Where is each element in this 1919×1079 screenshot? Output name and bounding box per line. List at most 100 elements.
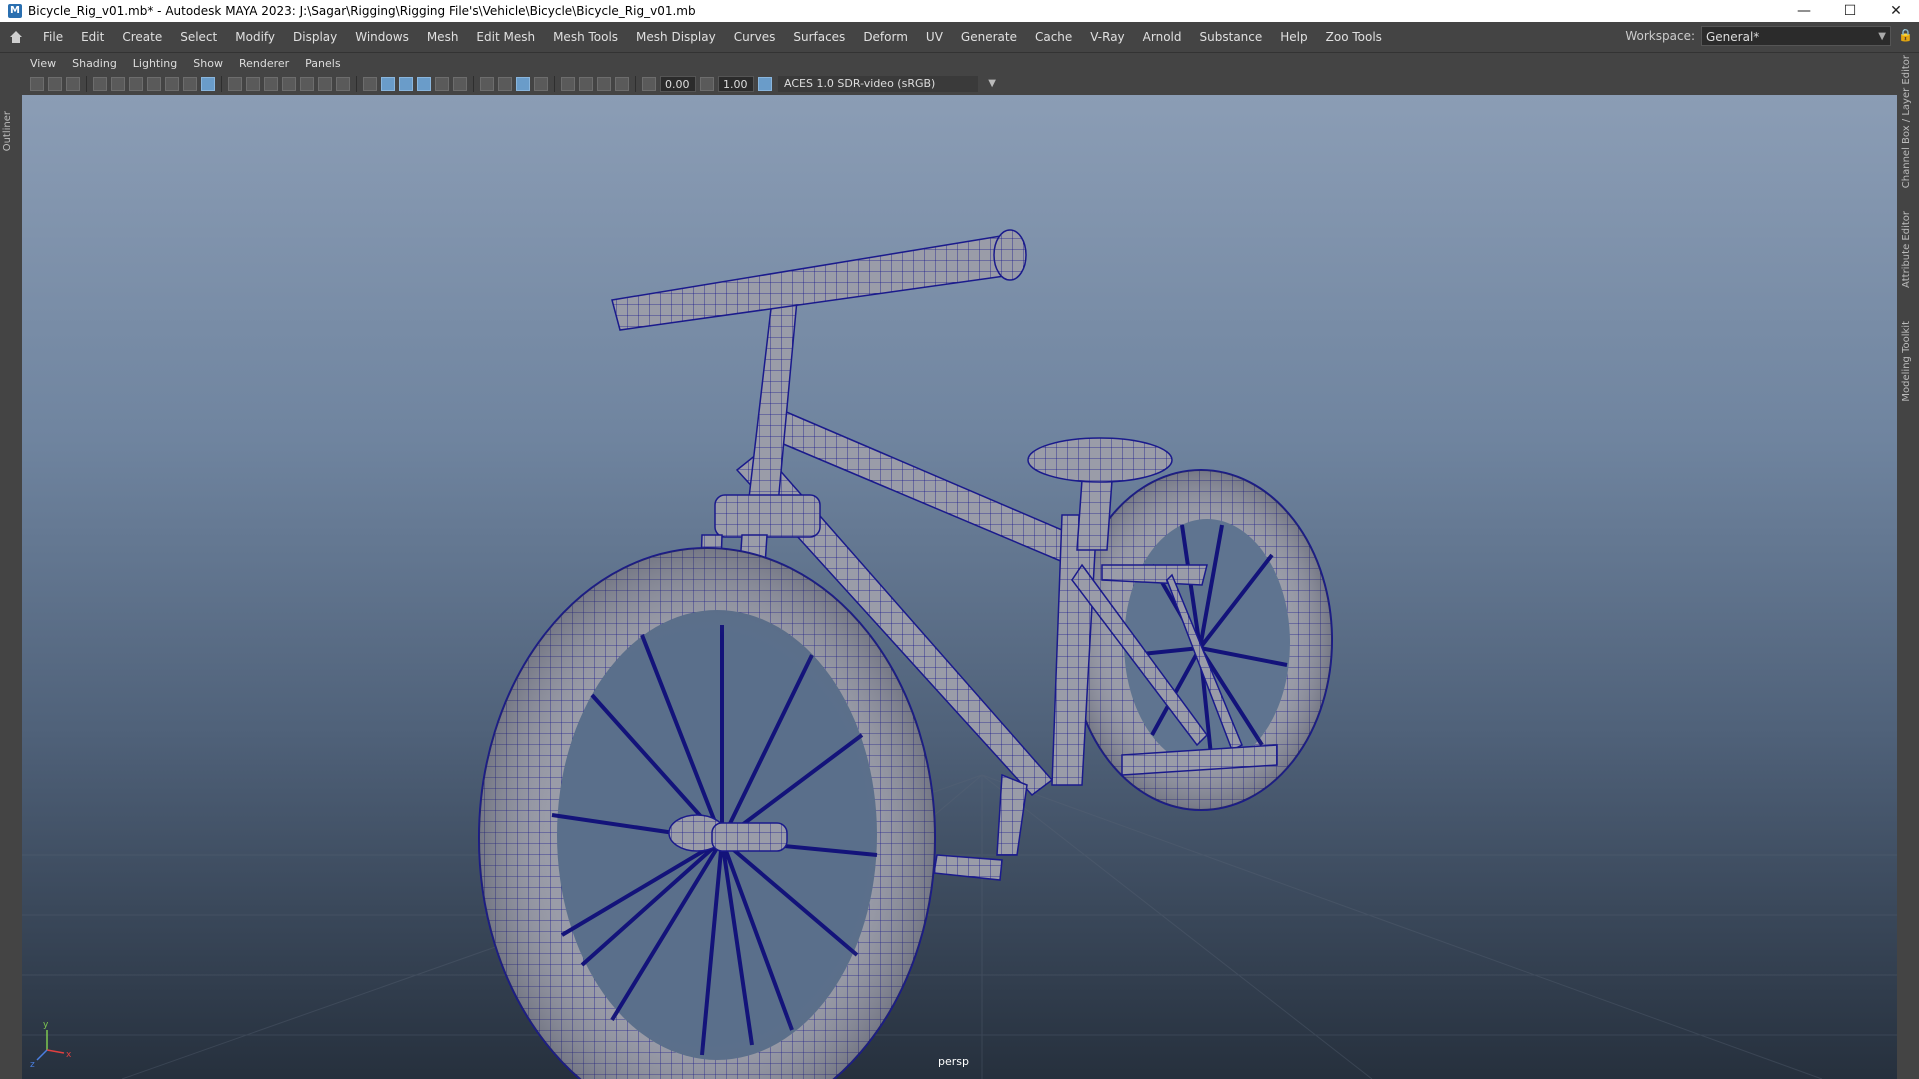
textured-icon[interactable] bbox=[435, 77, 449, 91]
close-button[interactable]: ✕ bbox=[1873, 0, 1919, 22]
image-plane-icon[interactable] bbox=[93, 77, 107, 91]
field-chart-icon[interactable] bbox=[264, 77, 278, 91]
panel-menu-bar: View Shading Lighting Show Renderer Pane… bbox=[22, 53, 1897, 73]
wireframe-icon[interactable] bbox=[363, 77, 377, 91]
lock-icon[interactable]: 🔒 bbox=[1898, 28, 1913, 42]
grid-icon[interactable] bbox=[228, 77, 242, 91]
axis-x-label: x bbox=[66, 1050, 72, 1060]
menu-zoo-tools[interactable]: Zoo Tools bbox=[1317, 30, 1391, 44]
select-camera-icon[interactable] bbox=[30, 77, 44, 91]
shadows-icon[interactable] bbox=[480, 77, 494, 91]
isolate-select-icon[interactable] bbox=[561, 77, 575, 91]
menu-mesh-display[interactable]: Mesh Display bbox=[627, 30, 725, 44]
axis-gizmo: y x z bbox=[30, 1020, 72, 1070]
safe-action-icon[interactable] bbox=[282, 77, 296, 91]
exposure-field[interactable]: 0.00 bbox=[660, 76, 696, 92]
view-transform-dropdown[interactable]: ACES 1.0 SDR-video (sRGB) ▼ bbox=[778, 76, 996, 92]
main-menu-bar: File Edit Create Select Modify Display W… bbox=[0, 22, 1919, 53]
wireframe-on-shaded-icon[interactable] bbox=[399, 77, 413, 91]
minimize-button[interactable]: — bbox=[1781, 0, 1827, 22]
grease-pencil-icon[interactable] bbox=[165, 77, 179, 91]
exposure-icon[interactable] bbox=[642, 77, 656, 91]
menu-file[interactable]: File bbox=[34, 30, 72, 44]
film-gate-icon[interactable] bbox=[246, 77, 260, 91]
menu-create[interactable]: Create bbox=[113, 30, 171, 44]
ambient-occlusion-icon[interactable] bbox=[498, 77, 512, 91]
workspace-dropdown[interactable]: General* ▼ bbox=[1701, 26, 1891, 46]
window-title: Bicycle_Rig_v01.mb* - Autodesk MAYA 2023… bbox=[28, 4, 696, 18]
camera-attributes-icon[interactable] bbox=[48, 77, 62, 91]
menu-generate[interactable]: Generate bbox=[952, 30, 1026, 44]
gamma-field[interactable]: 1.00 bbox=[718, 76, 754, 92]
menu-windows[interactable]: Windows bbox=[346, 30, 418, 44]
menu-deform[interactable]: Deform bbox=[854, 30, 917, 44]
menu-cache[interactable]: Cache bbox=[1026, 30, 1081, 44]
backface-culling-icon[interactable] bbox=[615, 77, 629, 91]
gamma-icon[interactable] bbox=[700, 77, 714, 91]
toolbar-divider bbox=[356, 76, 357, 92]
toolbar-divider bbox=[554, 76, 555, 92]
attribute-editor-tab[interactable]: Attribute Editor bbox=[1901, 211, 1912, 288]
use-all-lights-icon[interactable] bbox=[453, 77, 467, 91]
menu-display[interactable]: Display bbox=[284, 30, 346, 44]
channel-box-tab[interactable]: Channel Box / Layer Editor bbox=[1901, 55, 1912, 188]
title-bar: M Bicycle_Rig_v01.mb* - Autodesk MAYA 20… bbox=[0, 0, 1919, 22]
resolution-gate-icon[interactable] bbox=[201, 77, 215, 91]
viewport-scene: y x z bbox=[22, 229, 1897, 1079]
panel-menu-panels[interactable]: Panels bbox=[297, 57, 348, 70]
xray-joints-icon[interactable] bbox=[183, 77, 197, 91]
xray-icon[interactable] bbox=[579, 77, 593, 91]
menu-mesh[interactable]: Mesh bbox=[418, 30, 468, 44]
safe-title-icon[interactable] bbox=[300, 77, 314, 91]
depth-of-field-icon[interactable] bbox=[534, 77, 548, 91]
menu-modify[interactable]: Modify bbox=[226, 30, 284, 44]
toolbar-divider bbox=[221, 76, 222, 92]
workspace-label: Workspace: bbox=[1625, 29, 1695, 43]
right-dock-strip: Channel Box / Layer Editor Attribute Edi… bbox=[1897, 53, 1919, 1079]
smooth-shade-icon[interactable] bbox=[381, 77, 395, 91]
camera-name-label: persp bbox=[938, 1055, 969, 1068]
menu-uv[interactable]: UV bbox=[917, 30, 952, 44]
panel-menu-shading[interactable]: Shading bbox=[64, 57, 125, 70]
modeling-toolkit-tab[interactable]: Modeling Toolkit bbox=[1901, 321, 1912, 402]
axis-y-label: y bbox=[43, 1020, 49, 1030]
lock-camera-icon[interactable] bbox=[111, 77, 125, 91]
menu-vray[interactable]: V-Ray bbox=[1081, 30, 1133, 44]
panel-menu-renderer[interactable]: Renderer bbox=[231, 57, 297, 70]
menu-mesh-tools[interactable]: Mesh Tools bbox=[544, 30, 627, 44]
panel-menu-view[interactable]: View bbox=[22, 57, 64, 70]
outliner-tab[interactable]: Outliner bbox=[2, 111, 13, 151]
menu-edit-mesh[interactable]: Edit Mesh bbox=[467, 30, 544, 44]
view-transform-value: ACES 1.0 SDR-video (sRGB) bbox=[784, 77, 936, 90]
workspace-selector: Workspace: General* ▼ bbox=[1625, 26, 1891, 46]
menu-arnold[interactable]: Arnold bbox=[1134, 30, 1191, 44]
2d-pan-zoom-icon[interactable] bbox=[147, 77, 161, 91]
xray-active-components-icon[interactable] bbox=[597, 77, 611, 91]
perspective-viewport[interactable]: y x z persp bbox=[22, 95, 1897, 1079]
menu-surfaces[interactable]: Surfaces bbox=[784, 30, 854, 44]
menu-edit[interactable]: Edit bbox=[72, 30, 113, 44]
default-material-icon[interactable] bbox=[417, 77, 431, 91]
menu-help[interactable]: Help bbox=[1271, 30, 1316, 44]
color-management-icon[interactable] bbox=[758, 77, 772, 91]
menu-select[interactable]: Select bbox=[171, 30, 226, 44]
handlebar bbox=[611, 229, 1027, 331]
panel-menu-show[interactable]: Show bbox=[185, 57, 231, 70]
maximize-button[interactable]: ☐ bbox=[1827, 0, 1873, 22]
chevron-down-icon: ▼ bbox=[988, 78, 996, 89]
maya-app-icon: M bbox=[8, 4, 22, 18]
hud-icon[interactable] bbox=[336, 77, 350, 91]
panel-toolbar: 0.00 1.00 ACES 1.0 SDR-video (sRGB) ▼ bbox=[22, 73, 1897, 96]
camera-bookmark-icon[interactable] bbox=[129, 77, 143, 91]
bookmarks-icon[interactable] bbox=[66, 77, 80, 91]
anti-aliasing-icon[interactable] bbox=[516, 77, 530, 91]
menu-substance[interactable]: Substance bbox=[1191, 30, 1272, 44]
panel-menu-lighting[interactable]: Lighting bbox=[125, 57, 185, 70]
front-wheel bbox=[478, 547, 936, 1079]
ground-grid bbox=[22, 774, 1897, 1079]
home-icon[interactable] bbox=[8, 29, 24, 45]
workspace-value: General* bbox=[1706, 30, 1760, 44]
pedal-assembly bbox=[933, 773, 1028, 881]
gate-mask-icon[interactable] bbox=[318, 77, 332, 91]
menu-curves[interactable]: Curves bbox=[725, 30, 785, 44]
